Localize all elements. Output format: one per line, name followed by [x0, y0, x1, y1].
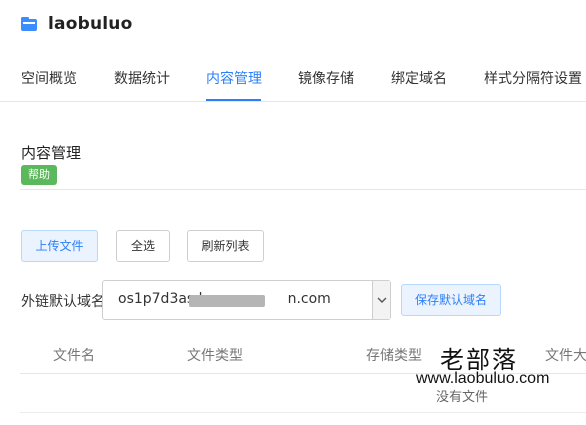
redacted-domain-mask — [189, 295, 265, 307]
watermark-url: www.laobuluo.com — [416, 370, 550, 387]
column-file-size[interactable]: 文件大 — [545, 345, 586, 365]
tab-style-separator[interactable]: 样式分隔符设置 — [484, 68, 582, 88]
save-default-domain-button[interactable]: 保存默认域名 — [401, 284, 501, 316]
section-divider — [20, 189, 586, 190]
select-all-button[interactable]: 全选 — [116, 230, 170, 262]
tab-mirror-storage[interactable]: 镜像存储 — [298, 68, 354, 88]
default-domain-select[interactable]: os1p7d3as.b n.com — [102, 280, 391, 320]
column-file-type[interactable]: 文件类型 — [187, 345, 243, 365]
tab-content-management[interactable]: 内容管理 — [206, 68, 262, 88]
column-file-name[interactable]: 文件名 — [53, 345, 95, 365]
tab-overview[interactable]: 空间概览 — [21, 68, 77, 88]
empty-table-message: 没有文件 — [436, 390, 489, 405]
tab-bar: 空间概览 数据统计 内容管理 镜像存储 绑定域名 样式分隔符设置 — [0, 58, 586, 102]
help-button[interactable]: 帮助 — [21, 165, 57, 185]
default-domain-label: 外链默认域名 — [21, 294, 105, 310]
table-bottom-border — [20, 412, 586, 413]
refresh-list-button[interactable]: 刷新列表 — [187, 230, 264, 262]
chevron-down-icon[interactable] — [372, 281, 390, 319]
page-title: 内容管理 — [21, 144, 82, 162]
bucket-header: laobuluo — [20, 12, 132, 36]
domain-value-suffix: n.com — [287, 291, 331, 307]
column-storage-type[interactable]: 存储类型 — [366, 345, 422, 365]
tab-bind-domain[interactable]: 绑定域名 — [391, 68, 447, 88]
bucket-icon — [20, 16, 38, 32]
active-tab-indicator — [206, 99, 261, 101]
bucket-name: laobuluo — [48, 14, 133, 34]
tab-statistics[interactable]: 数据统计 — [114, 68, 170, 88]
upload-file-button[interactable]: 上传文件 — [21, 230, 98, 262]
